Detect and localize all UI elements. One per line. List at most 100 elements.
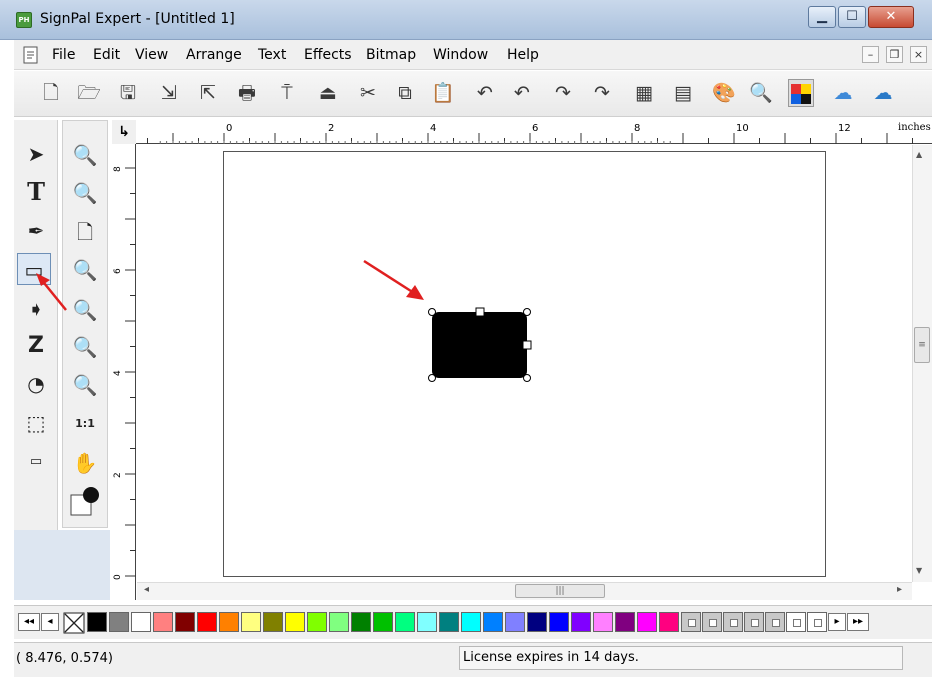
scroll-down-button[interactable]: ▼ <box>916 566 922 575</box>
minimize-button[interactable]: ▁ <box>808 6 836 28</box>
distort-tool-icon[interactable]: Z <box>19 330 53 362</box>
zoom-actual-icon[interactable]: 1:1 <box>68 408 102 440</box>
selected-rectangle[interactable] <box>420 300 540 390</box>
palette-last-button[interactable]: ▸▸ <box>847 613 869 631</box>
vertical-scrollbar[interactable] <box>912 145 932 582</box>
color-swatch[interactable] <box>307 612 327 632</box>
color-swatch[interactable] <box>593 612 613 632</box>
print-icon[interactable]: 🖶 <box>234 79 260 107</box>
new-icon[interactable]: 🗋 <box>38 79 64 107</box>
frame-tool-icon[interactable]: ⬚ <box>19 407 53 439</box>
color-swatch[interactable] <box>527 612 547 632</box>
scroll-up-button[interactable]: ▲ <box>916 150 922 159</box>
color-swatch[interactable] <box>329 612 349 632</box>
cut-icon[interactable]: ✂ <box>355 79 381 107</box>
coordinates-icon[interactable]: ▦ <box>631 79 657 107</box>
color-swatch[interactable] <box>615 612 635 632</box>
no-color-swatch[interactable] <box>63 612 85 634</box>
color-swatch[interactable] <box>219 612 239 632</box>
color-grid-icon[interactable] <box>788 79 814 107</box>
shape-tool-icon[interactable]: ◔ <box>19 368 53 400</box>
color-swatch[interactable] <box>461 612 481 632</box>
plot-icon[interactable]: ⍑ <box>274 79 300 107</box>
palette-next-button[interactable]: ▸ <box>828 613 846 631</box>
maximize-button[interactable]: ☐ <box>838 6 866 28</box>
close-button[interactable]: ✕ <box>868 6 914 28</box>
pen-tool-icon[interactable]: ✒ <box>19 215 53 247</box>
paste-icon[interactable]: 📋 <box>430 79 456 107</box>
color-swatch[interactable] <box>373 612 393 632</box>
empty-swatch[interactable] <box>723 612 743 632</box>
empty-swatch[interactable] <box>786 612 806 632</box>
color-swatch[interactable] <box>109 612 129 632</box>
cloud-icon[interactable]: ☁ <box>830 79 856 107</box>
copy-icon[interactable]: ⧉ <box>392 79 418 107</box>
mdi-close-button[interactable]: × <box>910 46 927 63</box>
menu-window[interactable]: Window <box>433 47 488 63</box>
open-icon[interactable]: 🗁 <box>76 79 102 107</box>
vertical-scroll-thumb[interactable]: ≡ <box>914 327 930 363</box>
color-swatch[interactable] <box>395 612 415 632</box>
palette-prev-button[interactable]: ◂ <box>41 613 59 631</box>
empty-swatch[interactable] <box>702 612 722 632</box>
save-icon[interactable]: 🖫 <box>115 79 141 107</box>
menu-arrange[interactable]: Arrange <box>186 47 242 63</box>
menu-bitmap[interactable]: Bitmap <box>366 47 416 63</box>
menu-help[interactable]: Help <box>507 47 539 63</box>
undo-icon[interactable]: ↶ <box>472 79 498 107</box>
export-icon[interactable]: ⇱ <box>195 79 221 107</box>
scroll-right-button[interactable]: ▸ <box>897 584 902 595</box>
menu-effects[interactable]: Effects <box>304 47 352 63</box>
empty-swatch[interactable] <box>807 612 827 632</box>
fill-outline-swatch[interactable] <box>69 485 101 517</box>
scroll-left-button[interactable]: ◂ <box>144 584 149 595</box>
horizontal-scroll-thumb[interactable]: ||| <box>515 584 605 598</box>
cloud-upload-icon[interactable]: ☁ <box>870 79 896 107</box>
select-tool-icon[interactable]: ➤ <box>19 138 53 170</box>
document-icon[interactable] <box>23 46 39 64</box>
zoom-in-icon[interactable]: 🔍 <box>68 177 102 209</box>
color-swatch[interactable] <box>153 612 173 632</box>
color-swatch[interactable] <box>351 612 371 632</box>
color-swatch[interactable] <box>263 612 283 632</box>
menu-text[interactable]: Text <box>258 47 286 63</box>
menu-edit[interactable]: Edit <box>93 47 120 63</box>
zoom-page-icon[interactable]: 🗋 <box>68 216 102 248</box>
color-swatch[interactable] <box>505 612 525 632</box>
mdi-minimize-button[interactable]: – <box>862 46 879 63</box>
text-tool-icon[interactable]: T <box>19 176 53 208</box>
zoom-object-icon[interactable]: 🔍 <box>68 331 102 363</box>
properties-icon[interactable]: ▤ <box>670 79 696 107</box>
redo-list-icon[interactable]: ↷ <box>589 79 615 107</box>
color-swatch[interactable] <box>637 612 657 632</box>
color-swatch[interactable] <box>549 612 569 632</box>
empty-swatch[interactable] <box>681 612 701 632</box>
color-swatch[interactable] <box>483 612 503 632</box>
color-swatch[interactable] <box>571 612 591 632</box>
color-swatch[interactable] <box>131 612 151 632</box>
mdi-restore-button[interactable]: ❐ <box>886 46 903 63</box>
menu-view[interactable]: View <box>135 47 168 63</box>
ruler-origin-button[interactable]: ↳ <box>112 120 136 144</box>
color-swatch[interactable] <box>659 612 679 632</box>
color-swatch[interactable] <box>285 612 305 632</box>
cut-plot-icon[interactable]: ⏏ <box>315 79 341 107</box>
color-swatch[interactable] <box>197 612 217 632</box>
zoom-color-icon[interactable]: 🔍 <box>68 369 102 401</box>
color-swatch[interactable] <box>439 612 459 632</box>
zoom-previous-icon[interactable]: 🔍 <box>68 139 102 171</box>
palette-first-button[interactable]: ◂◂ <box>18 613 40 631</box>
menu-file[interactable]: File <box>52 47 75 63</box>
color-swatch[interactable] <box>175 612 195 632</box>
color-palette-icon[interactable]: 🎨 <box>711 79 737 107</box>
ruler-tool-icon[interactable]: ▭ <box>19 446 53 478</box>
color-swatch[interactable] <box>417 612 437 632</box>
color-swatch[interactable] <box>241 612 261 632</box>
redo-icon[interactable]: ↷ <box>550 79 576 107</box>
undo-list-icon[interactable]: ↶ <box>509 79 535 107</box>
color-drop-icon[interactable]: 🔍 <box>748 79 774 107</box>
import-icon[interactable]: ⇲ <box>156 79 182 107</box>
empty-swatch[interactable] <box>744 612 764 632</box>
color-swatch[interactable] <box>87 612 107 632</box>
hand-pan-icon[interactable]: ✋ <box>68 447 102 479</box>
